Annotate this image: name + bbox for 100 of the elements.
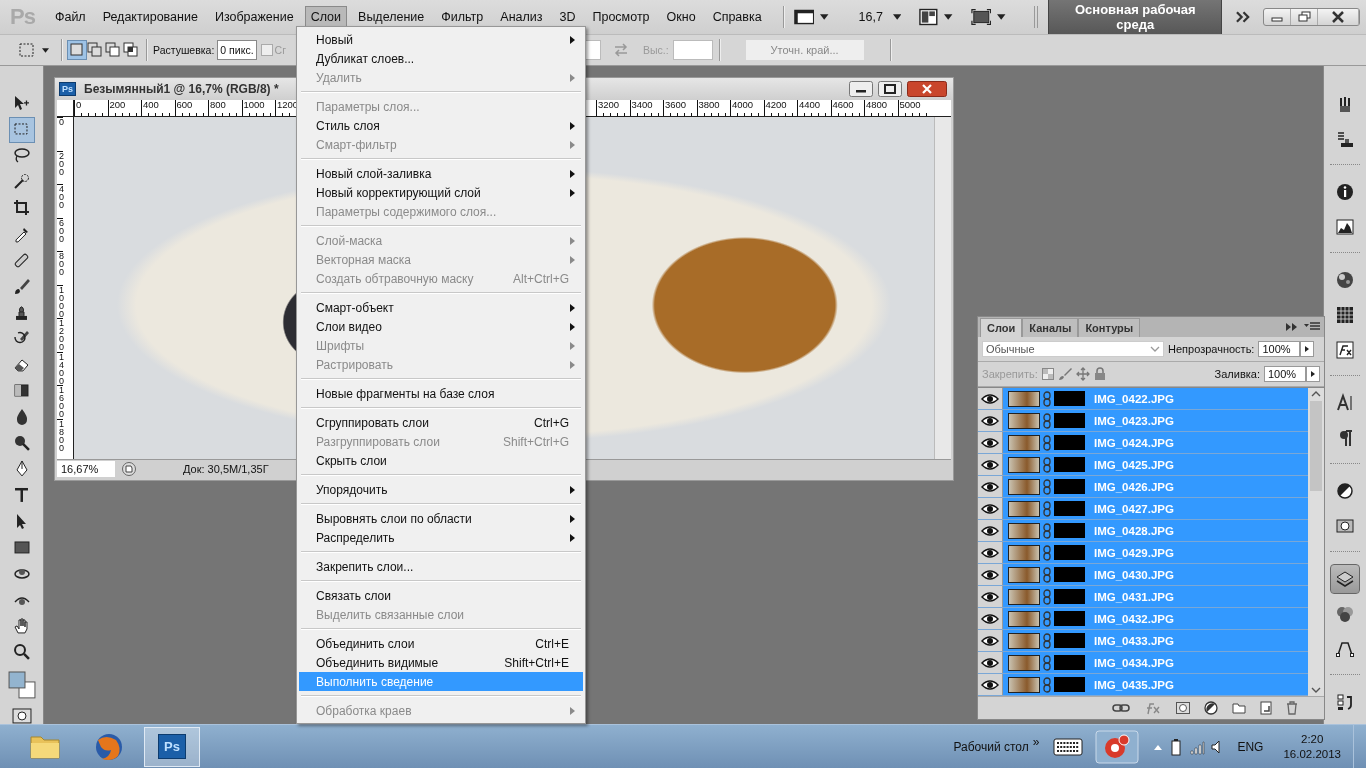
scroll-up-icon[interactable] bbox=[1311, 391, 1321, 397]
scroll-thumb[interactable] bbox=[1310, 401, 1322, 491]
eye-icon[interactable] bbox=[981, 590, 999, 603]
menu-item[interactable]: Редактирование bbox=[96, 6, 204, 28]
menu-item[interactable]: Новый bbox=[299, 30, 583, 49]
brush-icon[interactable] bbox=[1057, 367, 1072, 381]
eye-icon[interactable] bbox=[981, 634, 999, 647]
collapse-icon[interactable] bbox=[1286, 323, 1298, 331]
scroll-down-icon[interactable] bbox=[1311, 687, 1321, 693]
menu-item[interactable]: Файл bbox=[48, 6, 92, 28]
eye-icon[interactable] bbox=[981, 414, 999, 427]
panel-tab[interactable]: Контуры bbox=[1078, 318, 1141, 337]
menu-item[interactable]: Закрепить слои... bbox=[299, 557, 583, 576]
menu-item[interactable]: Скрыть слои bbox=[299, 451, 583, 470]
new-selection-icon[interactable] bbox=[68, 41, 86, 59]
eye-icon[interactable] bbox=[981, 656, 999, 669]
tray-app-icon[interactable] bbox=[1095, 729, 1140, 764]
scrollbar[interactable] bbox=[934, 117, 951, 459]
menu-item[interactable]: Дубликат слоев... bbox=[299, 49, 583, 68]
eye-icon[interactable] bbox=[981, 612, 999, 625]
maximize-icon[interactable] bbox=[878, 81, 902, 97]
caret-icon[interactable] bbox=[42, 47, 49, 53]
caret-icon[interactable] bbox=[820, 14, 829, 20]
menu-item[interactable]: Фильтр bbox=[435, 6, 490, 28]
caret-icon[interactable] bbox=[997, 14, 1006, 20]
menu-item[interactable]: Слои видео bbox=[299, 317, 583, 336]
menu-item[interactable]: Стиль слоя bbox=[299, 116, 583, 135]
menu-item[interactable]: Распределить bbox=[299, 528, 583, 547]
keyboard-icon[interactable] bbox=[1053, 737, 1084, 756]
panel-tab[interactable]: Каналы bbox=[1022, 318, 1079, 337]
layers-icon[interactable] bbox=[1331, 565, 1359, 593]
language-indicator[interactable]: ENG bbox=[1237, 739, 1264, 754]
menu-item[interactable]: Связать слои bbox=[299, 586, 583, 605]
zoom-field[interactable]: 16,67% bbox=[57, 461, 115, 477]
eye-icon[interactable] bbox=[981, 436, 999, 449]
folder-icon[interactable] bbox=[1232, 702, 1246, 714]
minimize-icon[interactable] bbox=[849, 81, 873, 97]
menu-item[interactable]: Окно bbox=[660, 6, 702, 28]
feather-field[interactable]: 0 пикс. bbox=[217, 40, 257, 60]
add-mask-icon[interactable] bbox=[1176, 702, 1190, 714]
close-icon[interactable] bbox=[907, 81, 947, 97]
new-layer-icon[interactable] bbox=[1260, 701, 1272, 715]
status-menu-icon[interactable] bbox=[121, 461, 137, 477]
eye-icon[interactable] bbox=[981, 678, 999, 691]
menu-item[interactable]: Сгруппировать слои Ctrl+G bbox=[299, 413, 583, 432]
eye-icon[interactable] bbox=[981, 524, 999, 537]
film-icon[interactable] bbox=[793, 8, 815, 26]
eye-icon[interactable] bbox=[981, 392, 999, 405]
fill-field[interactable]: 100% bbox=[1264, 366, 1306, 382]
opacity-field[interactable]: 100% bbox=[1258, 341, 1301, 357]
menu-item[interactable]: Анализ bbox=[494, 6, 549, 28]
menu-item[interactable]: Изображение bbox=[208, 6, 300, 28]
menu-item[interactable]: Объединить видимые Shift+Ctrl+E bbox=[299, 653, 583, 672]
toolbar-chevron[interactable]: » bbox=[1032, 734, 1040, 749]
menu-item[interactable]: Новые фрагменты на базе слоя bbox=[299, 384, 583, 403]
menu-item[interactable]: Слои bbox=[304, 6, 348, 28]
menu-item[interactable]: Объединить слои Ctrl+E bbox=[299, 634, 583, 653]
menu-item[interactable]: Новый слой-заливка bbox=[299, 164, 583, 183]
clock-time[interactable]: 2:20 bbox=[1301, 731, 1324, 747]
clock-date[interactable]: 16.02.2013 bbox=[1283, 746, 1341, 762]
menu-item[interactable]: 3D bbox=[553, 6, 582, 28]
menu-item[interactable]: Новый корректирующий слой bbox=[299, 183, 583, 202]
move-arrows-icon[interactable] bbox=[1075, 367, 1090, 381]
zoom-level[interactable]: 16,7 bbox=[858, 10, 883, 24]
photoshop-taskbar-button[interactable]: Ps bbox=[144, 726, 200, 767]
lock-transparency-icon[interactable] bbox=[1041, 368, 1054, 380]
panel-tab[interactable]: Слои bbox=[980, 318, 1023, 337]
color-swatches-icon[interactable] bbox=[6, 670, 37, 700]
height-field[interactable] bbox=[672, 40, 713, 60]
caret-icon[interactable] bbox=[892, 14, 902, 20]
link-icon[interactable] bbox=[1112, 703, 1130, 713]
menu-item[interactable]: Выделение bbox=[352, 6, 431, 28]
menu-item[interactable]: Упорядочить bbox=[299, 480, 583, 499]
menu-item[interactable]: Смарт-объект bbox=[299, 298, 583, 317]
antialias-checkbox[interactable] bbox=[260, 44, 273, 56]
lock-icon[interactable] bbox=[1093, 367, 1106, 381]
eye-icon[interactable] bbox=[981, 458, 999, 471]
menu-item[interactable]: Справка bbox=[706, 6, 768, 28]
menu-item[interactable]: Выровнять слои по области bbox=[299, 509, 583, 528]
menu-item[interactable]: Просмотр bbox=[586, 6, 656, 28]
layer-name: IMG_0425.JPG bbox=[1094, 458, 1174, 471]
screen-mode-icon[interactable] bbox=[970, 8, 992, 26]
intersect-selection-icon[interactable] bbox=[122, 41, 140, 59]
quick-mask-icon[interactable] bbox=[11, 708, 32, 725]
eye-icon[interactable] bbox=[981, 546, 999, 559]
battery-icon[interactable] bbox=[1169, 737, 1184, 756]
eye-icon[interactable] bbox=[981, 568, 999, 581]
chevron-icon[interactable] bbox=[1236, 11, 1251, 23]
blend-mode-dropdown[interactable]: Обычные bbox=[982, 341, 1164, 357]
scrollbar[interactable] bbox=[1308, 388, 1324, 696]
add-selection-icon[interactable] bbox=[86, 41, 104, 59]
toolbar-label[interactable]: Рабочий стол bbox=[953, 739, 1029, 754]
caret-icon[interactable] bbox=[944, 14, 953, 20]
eye-icon[interactable] bbox=[981, 502, 999, 515]
panel-menu-icon[interactable] bbox=[1304, 322, 1320, 332]
trash-icon[interactable] bbox=[1286, 701, 1298, 715]
subtract-selection-icon[interactable] bbox=[104, 41, 122, 59]
layout-icon[interactable] bbox=[919, 8, 939, 26]
eye-icon[interactable] bbox=[981, 480, 999, 493]
adjustment-layer-icon[interactable] bbox=[1204, 701, 1218, 715]
